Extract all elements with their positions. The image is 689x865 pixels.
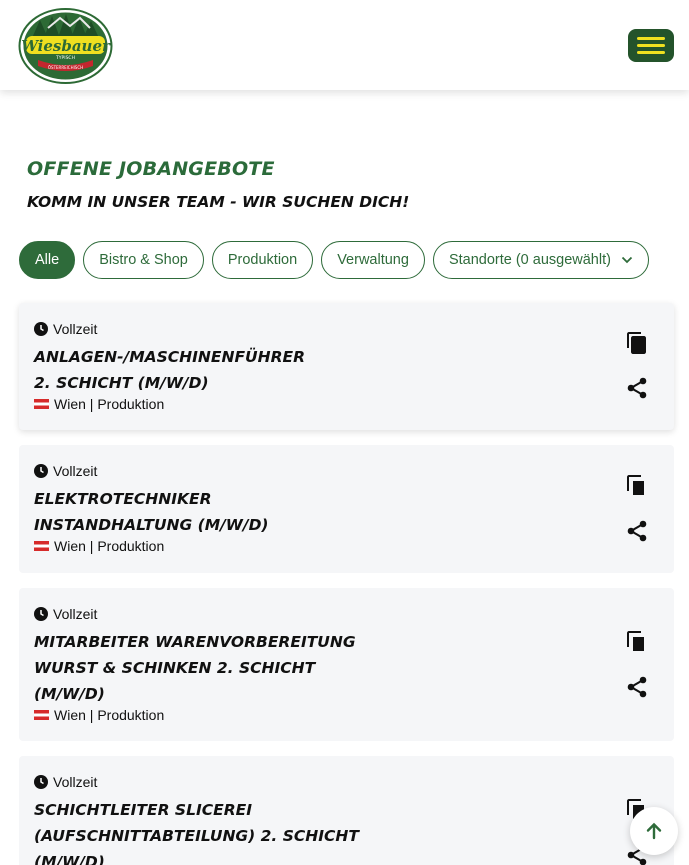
job-type: Vollzeit [53, 774, 98, 790]
hamburger-icon [637, 37, 665, 40]
svg-text:ÖSTERREICHISCH: ÖSTERREICHISCH [48, 65, 83, 70]
filter-chip-bistro-shop[interactable]: Bistro & Shop [83, 241, 204, 279]
clock-icon [34, 775, 48, 789]
austria-flag-icon [34, 399, 49, 409]
clock-icon [34, 607, 48, 621]
page-title: Offene Jobangebote [27, 158, 275, 180]
austria-flag-icon [34, 710, 49, 720]
filter-chip-alle[interactable]: Alle [19, 241, 76, 279]
filter-bar: Alle Bistro & Shop Produktion Verwaltung… [19, 241, 649, 279]
job-location: Wien | Produktion [54, 396, 165, 412]
site-header: Wiesbauer TYPISCH ÖSTERREICHISCH [0, 0, 689, 90]
clock-icon [34, 464, 48, 478]
filter-chip-verwaltung[interactable]: Verwaltung [321, 241, 425, 279]
job-card[interactable]: Vollzeit Anlagen-/Maschinenführer 2. Sch… [19, 303, 674, 430]
share-icon[interactable] [625, 376, 649, 400]
back-to-top-button[interactable] [630, 807, 678, 855]
page-subtitle: Komm in unser Team - wir suchen dich! [27, 193, 410, 211]
share-icon[interactable] [625, 519, 649, 543]
job-title[interactable]: Anlagen-/Maschinenführer 2. Schicht (m/w… [34, 344, 364, 396]
clock-icon [34, 322, 48, 336]
job-location: Wien | Produktion [54, 538, 165, 554]
filter-chip-produktion[interactable]: Produktion [211, 241, 314, 279]
job-type: Vollzeit [53, 606, 98, 622]
svg-text:Wiesbauer: Wiesbauer [21, 37, 111, 55]
location-dropdown[interactable]: Standorte (0 ausgewählt) [432, 241, 649, 279]
job-card[interactable]: Vollzeit Elektrotechniker Instandhaltung… [19, 445, 674, 573]
job-title[interactable]: Elektrotechniker Instandhaltung (m/w/d) [34, 486, 364, 538]
job-type: Vollzeit [53, 321, 98, 337]
menu-button[interactable] [628, 29, 674, 62]
chevron-down-icon [621, 256, 633, 264]
filter-label: Alle [35, 252, 60, 268]
filter-label: Produktion [227, 252, 298, 268]
austria-flag-icon [34, 541, 49, 551]
svg-text:TYPISCH: TYPISCH [55, 55, 75, 61]
share-icon[interactable] [625, 675, 649, 699]
job-title[interactable]: Schichtleiter Slicerei (Aufschnittabteil… [34, 797, 364, 865]
filter-label: Bistro & Shop [99, 252, 188, 268]
copy-icon[interactable] [625, 630, 649, 654]
arrow-up-icon [646, 822, 662, 840]
copy-icon[interactable] [625, 331, 649, 355]
wiesbauer-logo[interactable]: Wiesbauer TYPISCH ÖSTERREICHISCH [18, 8, 113, 84]
job-card[interactable]: Vollzeit Mitarbeiter Warenvorbereitung W… [19, 588, 674, 741]
filter-label: Verwaltung [337, 252, 409, 268]
job-card[interactable]: Vollzeit Schichtleiter Slicerei (Aufschn… [19, 756, 674, 865]
location-dropdown-label: Standorte (0 ausgewählt) [448, 252, 611, 268]
job-location: Wien | Produktion [54, 707, 165, 723]
copy-icon[interactable] [625, 474, 649, 498]
job-title[interactable]: Mitarbeiter Warenvorbereitung Wurst & Sc… [34, 629, 364, 707]
job-type: Vollzeit [53, 463, 98, 479]
